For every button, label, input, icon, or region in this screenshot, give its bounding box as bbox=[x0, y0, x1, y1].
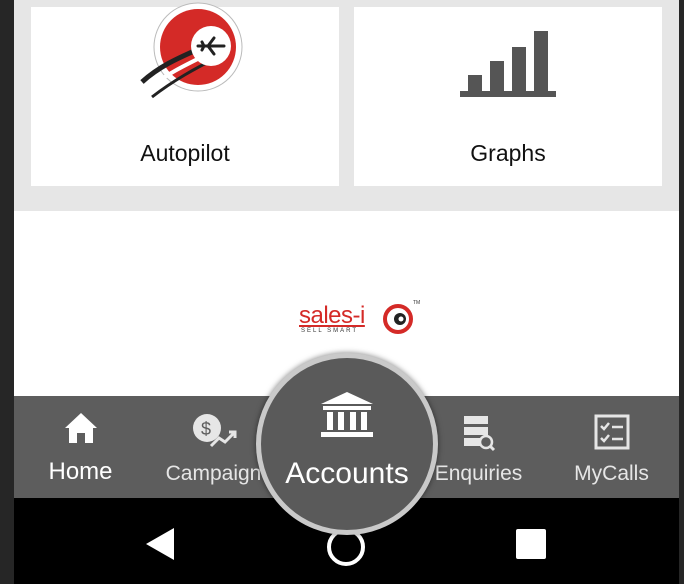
tab-mycalls-label: MyCalls bbox=[574, 462, 649, 485]
logo-trademark: TM bbox=[413, 300, 421, 306]
logo-mark-icon bbox=[383, 304, 413, 334]
app-screen: Autopilot Graphs sales-i TM SELL SMART H… bbox=[14, 0, 679, 584]
device-frame: Autopilot Graphs sales-i TM SELL SMART H… bbox=[0, 0, 684, 584]
graphs-tile[interactable]: Graphs bbox=[354, 7, 662, 186]
bar-graph-icon bbox=[460, 31, 556, 97]
autopilot-plane-icon bbox=[140, 2, 243, 99]
tab-mycalls[interactable]: MyCalls bbox=[545, 396, 678, 498]
bank-icon bbox=[321, 392, 373, 437]
autopilot-label: Autopilot bbox=[140, 140, 230, 166]
tab-accounts-label: Accounts bbox=[285, 457, 409, 490]
autopilot-tile[interactable]: Autopilot bbox=[31, 2, 339, 186]
tab-accounts[interactable]: Accounts bbox=[256, 353, 438, 535]
tab-home-label: Home bbox=[48, 458, 113, 485]
logo-tagline: SELL SMART bbox=[301, 328, 359, 334]
home-icon bbox=[64, 413, 97, 443]
bezel-left bbox=[0, 0, 14, 584]
campaign-icon: $ bbox=[192, 414, 236, 448]
logo-word: sales-i bbox=[299, 302, 365, 329]
graphs-label: Graphs bbox=[470, 140, 546, 166]
sales-i-logo: sales-i TM SELL SMART bbox=[299, 300, 429, 340]
recents-icon[interactable] bbox=[516, 529, 546, 559]
svg-text:$: $ bbox=[201, 419, 211, 439]
back-icon[interactable] bbox=[144, 527, 176, 561]
enquiries-icon bbox=[463, 416, 495, 452]
tab-home[interactable]: Home bbox=[14, 396, 147, 498]
checklist-icon bbox=[594, 414, 629, 450]
